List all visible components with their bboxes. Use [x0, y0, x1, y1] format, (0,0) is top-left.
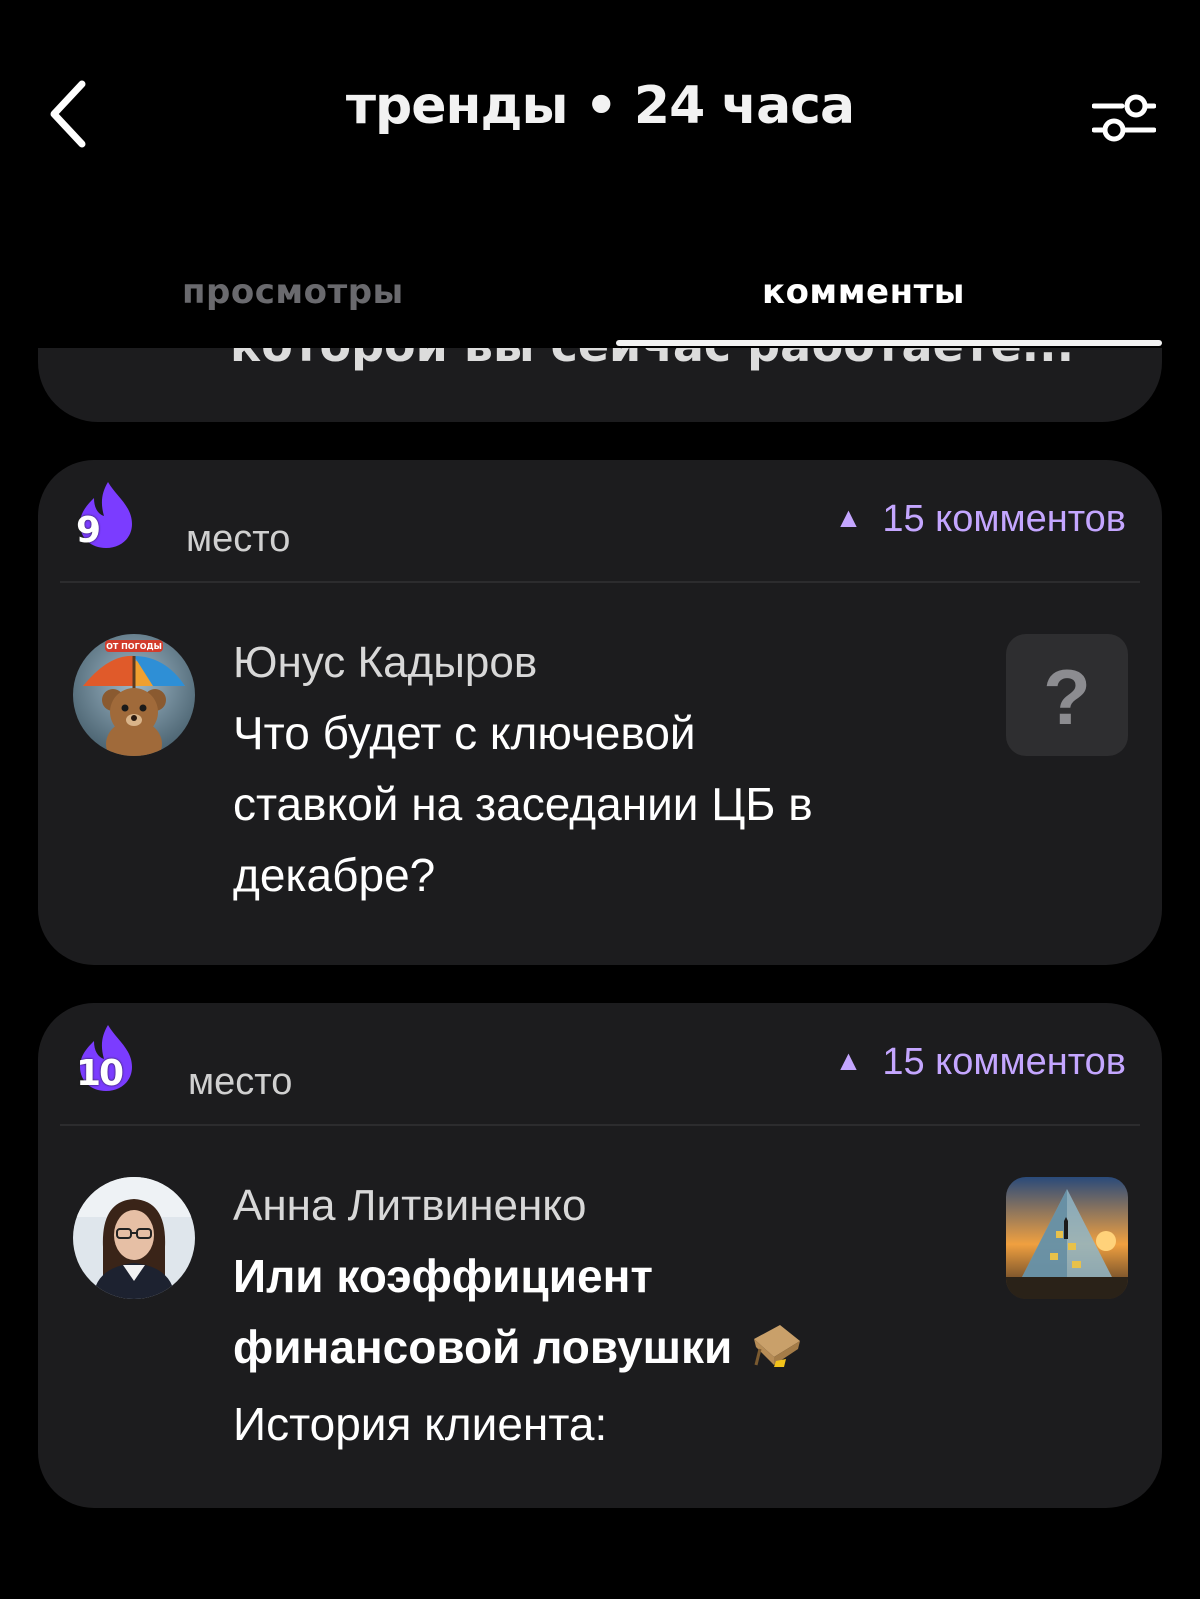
post-line-text: финансовой ловушки — [233, 1321, 733, 1373]
tab-views[interactable]: просмотры — [182, 272, 404, 312]
rank-number: 10 — [76, 1053, 124, 1094]
comments-count-label: 15 комментов — [882, 498, 1126, 540]
post-thumbnail[interactable]: ? — [1006, 634, 1128, 756]
filter-button[interactable] — [1091, 88, 1157, 148]
trend-card[interactable]: 10 место ▲ 15 комментов Анна Литвиненко И… — [38, 1003, 1162, 1508]
tab-bar: просмотры комменты — [0, 260, 1200, 350]
woman-portrait-avatar — [73, 1177, 195, 1299]
post-thumbnail[interactable] — [1006, 1177, 1128, 1299]
post-line: Что будет с ключевой — [233, 707, 696, 759]
post-text: Что будет с ключевой ставкой на заседани… — [233, 698, 953, 911]
pyramid-sunset-thumbnail — [1006, 1177, 1128, 1299]
comments-count-label: 15 комментов — [882, 1041, 1126, 1083]
post-line-with-emoji: финансовой ловушки — [233, 1312, 953, 1389]
page-title: тренды • 24 часа — [345, 76, 855, 136]
author-name[interactable]: Юнус Кадыров — [233, 638, 537, 688]
question-mark-icon: ? — [1043, 653, 1091, 741]
rank-number: 9 — [76, 510, 101, 551]
avatar-caption: ОТ ПОГОДЫ — [106, 642, 162, 651]
active-tab-indicator — [616, 340, 1162, 346]
post-line: История клиента: — [233, 1398, 608, 1450]
triangle-up-icon: ▲ — [834, 502, 863, 533]
post-line: ставкой на заседании ЦБ в — [233, 778, 813, 830]
comments-count: ▲ 15 комментов — [835, 1041, 1126, 1084]
header: тренды • 24 часа — [0, 0, 1200, 230]
partial-card[interactable]: которой вы сейчас работаете... — [38, 348, 1162, 422]
author-name[interactable]: Анна Литвиненко — [233, 1181, 586, 1231]
rank-badge: 9 место — [76, 480, 376, 570]
sliders-icon — [1091, 94, 1157, 142]
triangle-up-icon: ▲ — [834, 1045, 863, 1076]
divider — [60, 1124, 1140, 1126]
post-text: Или коэффициент финансовой ловушки Истор… — [233, 1241, 953, 1460]
teddy-bear-umbrella-avatar: ОТ ПОГОДЫ — [73, 634, 195, 756]
partial-card-text: которой вы сейчас работаете... — [230, 348, 1074, 372]
avatar[interactable] — [73, 1177, 195, 1299]
avatar[interactable]: ОТ ПОГОДЫ — [73, 634, 195, 756]
post-line: декабре? — [233, 849, 436, 901]
rank-label: место — [186, 518, 291, 560]
tab-comments[interactable]: комменты — [762, 272, 965, 312]
rank-badge: 10 место — [76, 1023, 376, 1113]
trend-card[interactable]: 9 место ▲ 15 комментов ОТ ПОГОДЫ Юнус Ка… — [38, 460, 1162, 965]
divider — [60, 581, 1140, 583]
post-line: Или коэффициент — [233, 1250, 653, 1302]
rank-label: место — [188, 1061, 293, 1103]
box-trap-emoji-icon — [746, 1318, 804, 1389]
comments-count: ▲ 15 комментов — [835, 498, 1126, 541]
